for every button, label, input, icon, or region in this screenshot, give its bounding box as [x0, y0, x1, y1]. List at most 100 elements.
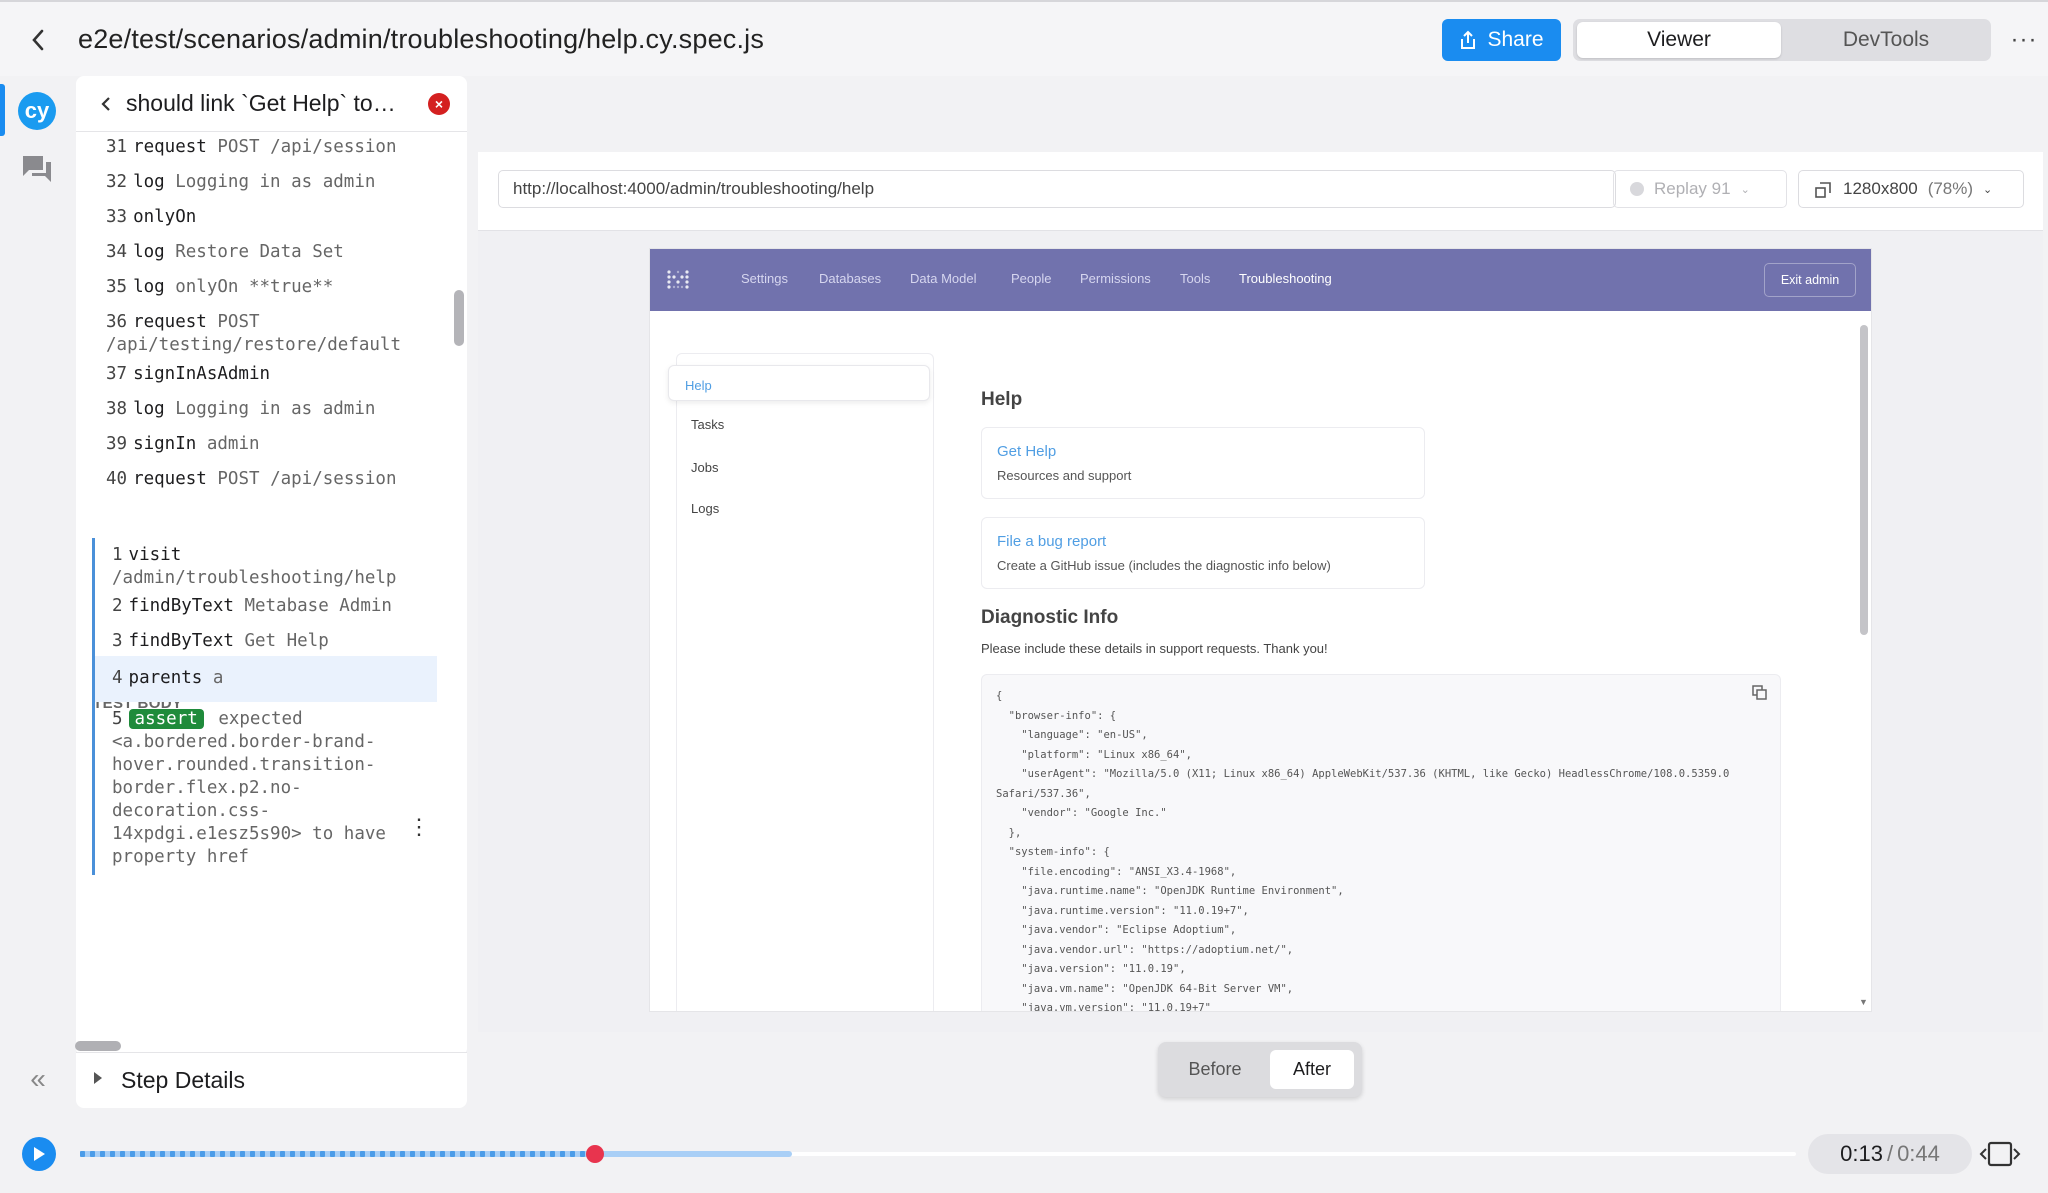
timeline-event-tick	[370, 1151, 375, 1157]
replay-icon	[1630, 182, 1644, 196]
share-button[interactable]: Share	[1442, 19, 1561, 61]
get-help-card[interactable]: Get Help Resources and support	[981, 427, 1425, 499]
time-separator: /	[1886, 1141, 1894, 1166]
command-row[interactable]: 33 onlyOn	[92, 206, 440, 229]
command-row[interactable]: 5 assert expected <a.bordered.border-bran…	[92, 702, 432, 875]
command-arg: Restore Data Set	[175, 242, 344, 262]
card-title: Get Help	[997, 443, 1057, 460]
diagnostic-info-subtitle: Please include these details in support …	[981, 641, 1328, 656]
command-row[interactable]: 34 log Restore Data Set	[92, 241, 440, 264]
sidebar-item-tasks[interactable]: Tasks	[691, 417, 724, 432]
command-row[interactable]: 37 signInAsAdmin	[92, 363, 440, 386]
timeline-event-tick	[400, 1151, 405, 1157]
timeline-event-tick	[190, 1151, 195, 1157]
timeline-event-tick	[560, 1151, 565, 1157]
test-back-button[interactable]	[94, 92, 118, 116]
command-number: 36	[106, 312, 128, 332]
after-button[interactable]: After	[1270, 1050, 1354, 1089]
command-more-button[interactable]: ⋮	[408, 812, 430, 842]
nav-troubleshooting[interactable]: Troubleshooting	[1239, 271, 1332, 286]
timeline-event-tick	[260, 1151, 265, 1157]
command-number: 35	[106, 277, 128, 297]
timeline-event-tick	[250, 1151, 255, 1157]
command-row[interactable]: 39 signIn admin	[92, 433, 440, 456]
back-button[interactable]	[22, 24, 54, 56]
timeline-event-tick	[360, 1151, 365, 1157]
more-options-button[interactable]: ···	[2008, 24, 2040, 56]
chevron-down-icon: ⌄	[1740, 183, 1750, 196]
url-bar[interactable]: http://localhost:4000/admin/troubleshoot…	[498, 170, 1616, 208]
comments-button[interactable]	[20, 152, 54, 186]
timeline-event-tick	[390, 1151, 395, 1157]
command-list-scrollbar[interactable]	[454, 290, 464, 346]
command-row[interactable]: 40 request POST /api/session	[92, 468, 440, 491]
nav-people[interactable]: People	[1011, 271, 1051, 286]
sidebar-item-logs[interactable]: Logs	[691, 501, 719, 516]
tab-devtools[interactable]: DevTools	[1785, 22, 1987, 58]
command-number: 32	[106, 172, 128, 192]
scroll-down-arrow-icon[interactable]: ▼	[1859, 997, 1868, 1007]
troubleshooting-sidebar: Tasks Jobs Logs	[676, 353, 934, 1011]
nav-tools[interactable]: Tools	[1180, 271, 1210, 286]
command-name: findByText	[128, 596, 234, 616]
command-arg: Get Help	[244, 631, 329, 651]
play-button[interactable]	[22, 1137, 56, 1171]
diagnostic-json: { "browser-info": { "language": "en-US",…	[996, 690, 1730, 1011]
timeline-event-tick	[130, 1151, 135, 1157]
caret-right-icon	[94, 1072, 102, 1084]
chevron-down-icon: ⌄	[1983, 183, 1993, 196]
command-name: parents	[128, 668, 203, 688]
nav-data-model[interactable]: Data Model	[910, 271, 976, 286]
exit-admin-button[interactable]: Exit admin	[1764, 263, 1856, 297]
step-details-toggle[interactable]: Step Details	[76, 1052, 467, 1108]
resize-icon	[1815, 182, 1831, 198]
timeline-playhead[interactable]	[586, 1145, 604, 1163]
step-details-label: Step Details	[121, 1067, 246, 1093]
command-list-hscrollbar[interactable]	[75, 1041, 121, 1051]
tab-viewer[interactable]: Viewer	[1577, 22, 1781, 58]
timeline-buffered	[80, 1151, 792, 1157]
command-row-selected[interactable]: 4 parents a	[92, 656, 437, 702]
sidebar-item-jobs[interactable]: Jobs	[691, 460, 718, 475]
nav-settings[interactable]: Settings	[741, 271, 788, 286]
command-number: 3	[112, 631, 123, 651]
command-arg: POST /api/session	[217, 469, 397, 489]
command-row[interactable]: 38 log Logging in as admin	[92, 398, 440, 421]
command-number: 2	[112, 596, 123, 616]
command-arg: onlyOn **true**	[175, 277, 334, 297]
command-name: signIn	[133, 434, 197, 454]
command-row[interactable]: 2 findByText Metabase Admin	[92, 589, 440, 624]
command-arg: expected <a.bordered.border-brand-hover.…	[112, 709, 386, 867]
timeline-event-tick	[280, 1151, 285, 1157]
command-row[interactable]: 32 log Logging in as admin	[92, 171, 440, 194]
command-arg: Logging in as admin	[175, 399, 376, 419]
cypress-panel-button[interactable]: cy	[18, 92, 56, 130]
command-name: onlyOn	[133, 207, 197, 227]
command-row[interactable]: 36 request POST /api/testing/restore/defa…	[92, 311, 440, 357]
timeline-event-tick	[460, 1151, 465, 1157]
command-row[interactable]: 35 log onlyOn **true**	[92, 276, 440, 299]
replay-button[interactable]: Replay 91 ⌄	[1613, 170, 1787, 208]
timeline-event-tick	[540, 1151, 545, 1157]
command-name: visit	[128, 545, 182, 565]
command-arg: Logging in as admin	[175, 172, 376, 192]
nav-permissions[interactable]: Permissions	[1080, 271, 1151, 286]
before-button[interactable]: Before	[1168, 1050, 1262, 1089]
command-row[interactable]: 3 findByText Get Help	[92, 624, 440, 659]
timeline-scrubber[interactable]	[80, 1145, 1796, 1163]
timeline-event-tick	[550, 1151, 555, 1157]
app-scrollbar-thumb[interactable]	[1860, 325, 1868, 635]
bug-report-card[interactable]: File a bug report Create a GitHub issue …	[981, 517, 1425, 589]
play-icon	[34, 1147, 45, 1161]
command-number: 40	[106, 469, 128, 489]
copy-icon[interactable]	[1752, 685, 1768, 701]
sidebar-item-help[interactable]: Help	[668, 365, 930, 401]
command-row[interactable]: 1 visit /admin/troubleshooting/help	[92, 538, 440, 596]
command-row[interactable]: 31 request POST /api/session	[92, 136, 440, 159]
collapse-panel-button[interactable]: «	[22, 1063, 54, 1094]
timeline-event-tick	[430, 1151, 435, 1157]
nav-databases[interactable]: Databases	[819, 271, 881, 286]
fit-to-window-button[interactable]	[1978, 1139, 2022, 1169]
timeline-event-tick	[490, 1151, 495, 1157]
viewport-size-button[interactable]: 1280x800 (78%) ⌄	[1798, 170, 2024, 208]
